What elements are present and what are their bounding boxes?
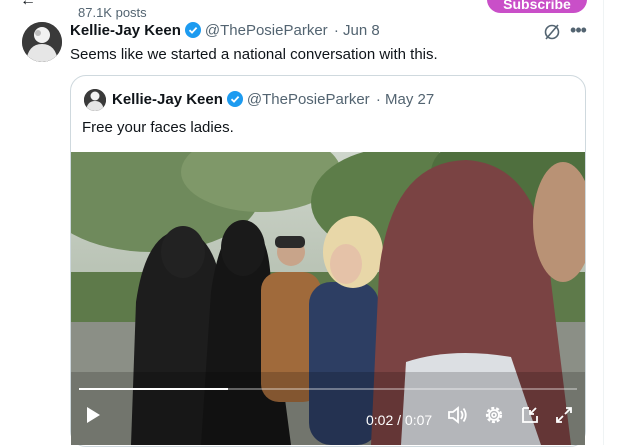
video-controls: 0:02 / 0:07 (71, 406, 585, 436)
quoted-author-name: Kellie-Jay Keen (112, 91, 223, 108)
grok-icon[interactable] (543, 23, 561, 41)
more-icon[interactable]: ••• (568, 21, 588, 39)
video-progress-bar[interactable] (79, 388, 577, 390)
fullscreen-icon[interactable] (554, 405, 574, 425)
video-frame (71, 152, 585, 445)
gear-icon[interactable] (484, 405, 504, 425)
quoted-author-handle: @ThePosieParker (246, 91, 370, 108)
column-divider (603, 0, 604, 445)
avatar[interactable] (22, 22, 62, 62)
author-name[interactable]: Kellie-Jay Keen (70, 22, 181, 39)
dot-separator: · (375, 91, 381, 108)
tweet-text: Seems like we started a national convers… (70, 46, 438, 63)
back-arrow-icon[interactable]: ← (20, 0, 36, 10)
dot-separator: · (333, 22, 339, 39)
video-duration: 0:07 (404, 412, 433, 428)
top-bar: ← 87.1K posts Subscribe (0, 0, 627, 22)
verified-badge-icon (184, 22, 201, 38)
picture-in-picture-icon[interactable] (520, 405, 540, 425)
quoted-tweet-header: Kellie-Jay Keen @ThePosieParker · May 27 (112, 91, 434, 111)
post-count: 87.1K posts (78, 5, 147, 20)
verified-badge-icon (226, 91, 243, 107)
quoted-avatar (84, 89, 106, 111)
quoted-post-date: May 27 (385, 91, 435, 108)
video-progress-fill (79, 388, 229, 390)
video-current-time: 0:02 (366, 412, 394, 428)
author-handle[interactable]: @ThePosieParker (205, 22, 328, 39)
quoted-tweet-text: Free your faces ladies. (82, 119, 234, 136)
subscribe-button[interactable]: Subscribe (487, 0, 587, 13)
post-date[interactable]: Jun 8 (343, 22, 380, 39)
time-separator: / (397, 412, 402, 428)
volume-icon[interactable] (447, 405, 469, 425)
video-timecode: 0:02 / 0:07 (366, 412, 432, 428)
play-icon[interactable] (85, 406, 101, 424)
tweet-header: Kellie-Jay Keen @ThePosieParker · Jun 8 (70, 22, 380, 42)
video-player[interactable]: 0:02 / 0:07 (71, 152, 585, 445)
